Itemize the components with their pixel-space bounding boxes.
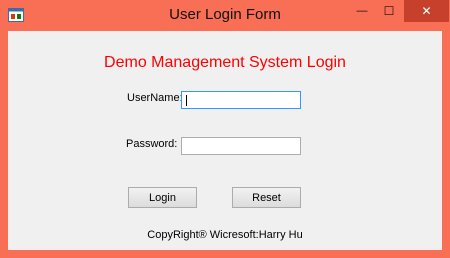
login-button[interactable]: Login xyxy=(128,187,197,208)
password-field[interactable] xyxy=(181,137,301,155)
close-button[interactable]: ✕ xyxy=(404,0,449,22)
username-field[interactable] xyxy=(181,91,301,109)
text-caret xyxy=(186,95,187,106)
maximize-button[interactable]: ☐ xyxy=(376,0,402,22)
copyright-footer: CopyRight® Wicresoft:Harry Hu xyxy=(147,229,303,241)
minimize-button[interactable]: — xyxy=(349,0,375,22)
close-icon: ✕ xyxy=(421,4,432,18)
username-label: UserName: xyxy=(127,92,183,104)
reset-button[interactable]: Reset xyxy=(232,187,301,208)
form-heading: Demo Management System Login xyxy=(104,54,346,71)
title-bar[interactable]: User Login Form — ☐ ✕ xyxy=(0,0,450,31)
password-label: Password: xyxy=(126,138,178,150)
minimize-icon: — xyxy=(356,5,368,17)
maximize-icon: ☐ xyxy=(383,4,395,18)
login-window: User Login Form — ☐ ✕ Demo Management Sy… xyxy=(0,0,450,258)
form-client-area: Demo Management System Login UserName: P… xyxy=(8,31,442,250)
